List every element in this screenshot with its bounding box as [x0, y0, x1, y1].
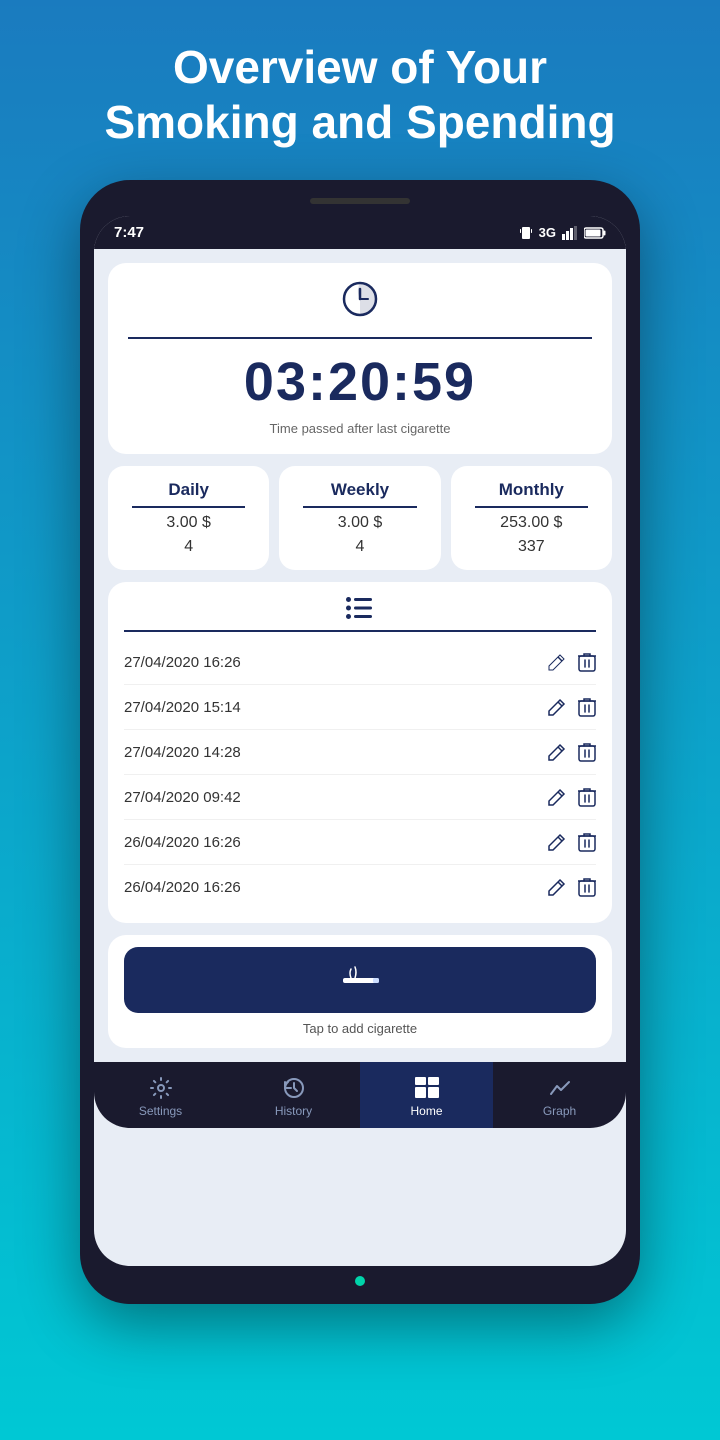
list-icon: [346, 596, 374, 620]
stat-title-monthly: Monthly: [499, 480, 564, 500]
history-item-2: 27/04/2020 15:14: [124, 685, 596, 730]
history-item-4: 27/04/2020 09:42: [124, 775, 596, 820]
edit-icon-4[interactable]: [548, 788, 566, 806]
bottom-nav: Settings History Home: [94, 1062, 626, 1128]
history-item-6: 26/04/2020 16:26: [124, 865, 596, 909]
settings-icon: [149, 1076, 173, 1100]
vibrate-icon: [519, 225, 533, 241]
delete-icon-4[interactable]: [578, 787, 596, 807]
phone-shell: 7:47 3G: [80, 180, 640, 1304]
stat-title-daily: Daily: [168, 480, 209, 500]
status-time: 7:47: [114, 224, 144, 241]
timer-display: 03:20:59: [244, 351, 476, 413]
nav-label-settings: Settings: [139, 1104, 182, 1118]
history-date-1: 27/04/2020 16:26: [124, 654, 241, 671]
battery-icon: [584, 227, 606, 239]
delete-icon-3[interactable]: [578, 742, 596, 762]
history-list-divider: [124, 630, 596, 632]
stats-row: Daily 3.00 $ 4 Weekly 3.00 $ 4 Monthly 2…: [108, 466, 612, 570]
nav-label-home: Home: [410, 1104, 442, 1118]
add-cigarette-button[interactable]: [124, 947, 596, 1013]
history-item-5: 26/04/2020 16:26: [124, 820, 596, 865]
stat-title-weekly: Weekly: [331, 480, 389, 500]
delete-icon-6[interactable]: [578, 877, 596, 897]
history-date-2: 27/04/2020 15:14: [124, 699, 241, 716]
edit-icon-6[interactable]: [548, 878, 566, 896]
stat-divider-weekly: [303, 506, 416, 508]
nav-item-settings[interactable]: Settings: [94, 1062, 227, 1128]
stat-card-monthly: Monthly 253.00 $ 337: [451, 466, 612, 570]
edit-icon-5[interactable]: [548, 833, 566, 851]
history-date-5: 26/04/2020 16:26: [124, 834, 241, 851]
stat-divider-monthly: [475, 506, 588, 508]
nav-label-history: History: [275, 1104, 312, 1118]
history-date-6: 26/04/2020 16:26: [124, 879, 241, 896]
stat-amount-monthly: 253.00 $: [500, 514, 562, 532]
phone-notch: [310, 198, 410, 204]
delete-icon-5[interactable]: [578, 832, 596, 852]
stat-amount-weekly: 3.00 $: [338, 514, 382, 532]
history-icon: [282, 1076, 306, 1100]
add-cigarette-label: Tap to add cigarette: [303, 1021, 417, 1036]
history-date-3: 27/04/2020 14:28: [124, 744, 241, 761]
signal-icon: [562, 226, 578, 240]
graph-icon: [548, 1076, 572, 1100]
status-bar: 7:47 3G: [94, 216, 626, 249]
edit-icon-3[interactable]: [548, 743, 566, 761]
edit-icon-1[interactable]: [548, 653, 566, 671]
home-icon: [414, 1076, 440, 1100]
delete-icon-1[interactable]: [578, 652, 596, 672]
stat-count-monthly: 337: [518, 538, 545, 556]
history-item-3: 27/04/2020 14:28: [124, 730, 596, 775]
edit-icon-2[interactable]: [548, 698, 566, 716]
clock-icon: [342, 281, 378, 325]
nav-item-home[interactable]: Home: [360, 1062, 493, 1128]
cigarette-icon: [335, 965, 385, 995]
nav-label-graph: Graph: [543, 1104, 576, 1118]
timer-label: Time passed after last cigarette: [270, 421, 451, 436]
stat-count-weekly: 4: [356, 538, 365, 556]
stat-count-daily: 4: [184, 538, 193, 556]
stat-amount-daily: 3.00 $: [166, 514, 210, 532]
phone-screen: 7:47 3G: [94, 216, 626, 1266]
nav-item-graph[interactable]: Graph: [493, 1062, 626, 1128]
network-label: 3G: [539, 225, 556, 240]
phone-home-indicator: [355, 1276, 365, 1286]
stat-divider-daily: [132, 506, 245, 508]
history-date-4: 27/04/2020 09:42: [124, 789, 241, 806]
history-item-1: 27/04/2020 16:26: [124, 640, 596, 685]
history-card: 27/04/2020 16:26: [108, 582, 612, 923]
stat-card-daily: Daily 3.00 $ 4: [108, 466, 269, 570]
nav-item-history[interactable]: History: [227, 1062, 360, 1128]
add-cigarette-container: Tap to add cigarette: [108, 935, 612, 1048]
delete-icon-2[interactable]: [578, 697, 596, 717]
timer-card: 03:20:59 Time passed after last cigarett…: [108, 263, 612, 454]
page-title: Overview of Your Smoking and Spending: [44, 0, 675, 180]
timer-divider: [128, 337, 592, 339]
stat-card-weekly: Weekly 3.00 $ 4: [279, 466, 440, 570]
